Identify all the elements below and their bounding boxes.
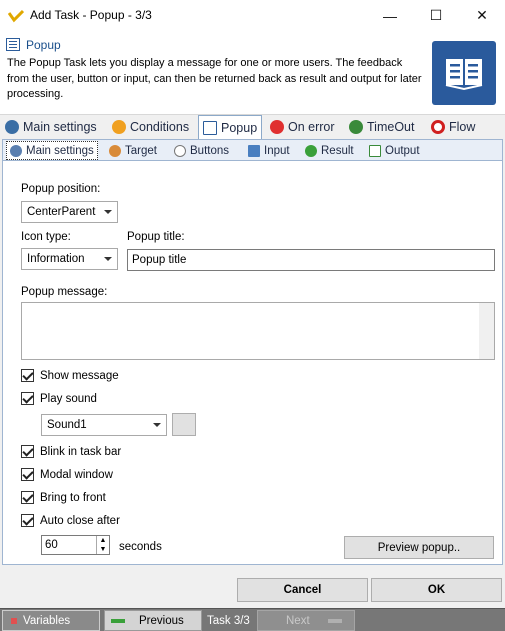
next-button[interactable]: Next [257, 610, 355, 631]
seconds-stepper[interactable]: 60 ▲ ▼ [41, 535, 110, 555]
popup-message-textarea[interactable] [21, 302, 495, 360]
chevron-down-icon [104, 210, 112, 214]
chevron-down-icon [104, 257, 112, 261]
arrow-left-icon [111, 618, 125, 623]
arrow-right-icon [327, 618, 342, 623]
auto-close-checkbox[interactable]: Auto close after [21, 514, 120, 527]
maximize-button[interactable]: ☐ [413, 0, 459, 31]
question-icon [112, 120, 126, 134]
title-bar: Add Task - Popup - 3/3 — ☐ ✕ [0, 0, 505, 31]
variables-button[interactable]: Variables [2, 610, 100, 631]
window-icon [203, 120, 217, 135]
input-icon [248, 144, 260, 157]
tab-conditions[interactable]: Conditions [112, 115, 189, 139]
footer-bar: Variables Previous Task 3/3 Next [0, 608, 505, 631]
flow-icon [431, 120, 445, 134]
blink-taskbar-checkbox[interactable]: Blink in task bar [21, 445, 121, 458]
subtab-main-settings[interactable]: Main settings [6, 141, 98, 160]
tab-main-settings[interactable]: Main settings [5, 115, 97, 139]
popup-title-label: Popup title: [127, 231, 185, 243]
popup-position-select[interactable]: CenterParent [21, 201, 118, 223]
tab-flow[interactable]: Flow [431, 115, 475, 139]
seconds-label: seconds [119, 541, 162, 553]
popup-message-label: Popup message: [21, 286, 108, 298]
close-button[interactable]: ✕ [459, 0, 505, 31]
sub-tab-bar: Main settings Target Buttons Input Resul… [2, 139, 503, 161]
mouse-icon [174, 144, 186, 157]
tab-on-error[interactable]: On error [270, 115, 335, 139]
variables-icon [11, 617, 17, 624]
book-icon [432, 41, 496, 105]
subtab-buttons[interactable]: Buttons [174, 141, 229, 160]
subtab-target[interactable]: Target [109, 141, 157, 160]
error-icon [270, 120, 284, 134]
output-icon [369, 144, 381, 157]
chevron-down-icon [153, 423, 161, 427]
modal-window-checkbox[interactable]: Modal window [21, 468, 113, 481]
bring-to-front-checkbox[interactable]: Bring to front [21, 491, 106, 504]
app-logo-icon [8, 9, 24, 23]
popup-window-icon [6, 38, 20, 51]
cancel-button[interactable]: Cancel [237, 578, 368, 602]
preview-popup-button[interactable]: Preview popup.. [344, 536, 494, 559]
message-scrollbar[interactable] [479, 303, 494, 359]
gear-icon [5, 120, 19, 134]
previous-button[interactable]: Previous [104, 610, 202, 631]
task-title: Popup [26, 38, 61, 52]
sound-select[interactable]: Sound1 [41, 414, 167, 436]
subtab-result[interactable]: Result [305, 141, 354, 160]
tab-popup[interactable]: Popup [198, 115, 263, 139]
subtab-input[interactable]: Input [248, 141, 290, 160]
play-sound-button[interactable] [172, 413, 196, 436]
clock-icon [349, 120, 363, 134]
icon-type-select[interactable]: Information [21, 248, 118, 270]
window-title: Add Task - Popup - 3/3 [30, 8, 152, 22]
ok-button[interactable]: OK [371, 578, 502, 602]
minimize-button[interactable]: — [367, 0, 413, 31]
icon-type-label: Icon type: [21, 231, 71, 243]
popup-title-input[interactable] [127, 249, 495, 271]
play-sound-checkbox[interactable]: Play sound [21, 392, 97, 405]
gear-icon [10, 144, 22, 157]
check-icon [305, 144, 317, 157]
settings-panel: Popup position: CenterParent Icon type: … [2, 160, 503, 565]
task-counter: Task 3/3 [207, 614, 250, 627]
tab-timeout[interactable]: TimeOut [349, 115, 414, 139]
show-message-checkbox[interactable]: Show message [21, 369, 119, 382]
users-icon [109, 144, 121, 157]
main-tab-bar: Main settings Conditions Popup On error … [0, 115, 505, 139]
task-description: The Popup Task lets you display a messag… [7, 57, 422, 100]
chevron-down-icon[interactable]: ▼ [96, 545, 109, 554]
subtab-output[interactable]: Output [369, 141, 420, 160]
popup-position-label: Popup position: [21, 183, 101, 195]
chevron-up-icon[interactable]: ▲ [96, 536, 109, 545]
